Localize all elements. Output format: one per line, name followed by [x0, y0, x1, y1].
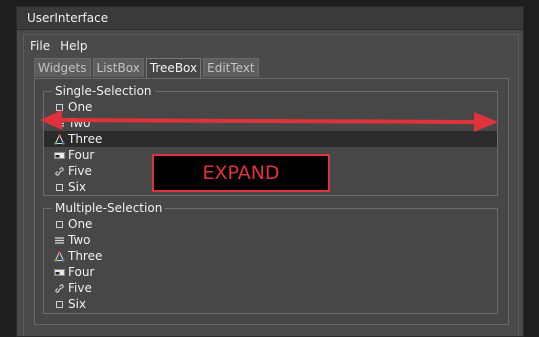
- expand-annotation: EXPAND: [152, 154, 330, 192]
